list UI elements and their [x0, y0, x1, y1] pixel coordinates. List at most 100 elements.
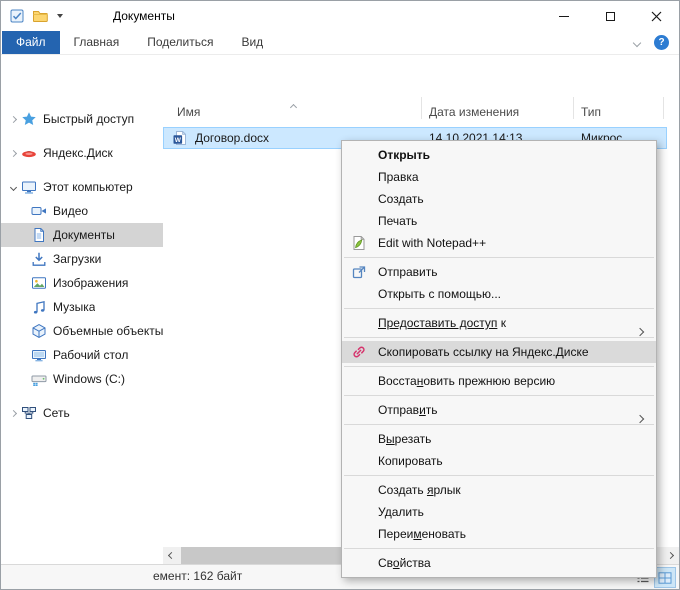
tab-file[interactable]: Файл — [2, 31, 60, 54]
tab-home[interactable]: Главная — [60, 31, 134, 54]
menu-separator — [344, 257, 654, 258]
sidebar-item-music[interactable]: Музыка — [1, 295, 163, 319]
drive-icon — [31, 371, 47, 387]
status-text: емент: 162 байт — [153, 565, 242, 588]
menu-separator — [344, 424, 654, 425]
menu-item-new[interactable]: Создать — [342, 188, 656, 210]
sidebar-item-yandex-disk[interactable]: Яндекс.Диск — [1, 141, 163, 165]
sidebar-item-downloads[interactable]: Загрузки — [1, 247, 163, 271]
video-icon — [31, 203, 47, 219]
menu-item-label: Переименовать — [378, 527, 466, 541]
submenu-arrow-icon — [637, 407, 643, 429]
music-icon — [31, 299, 47, 315]
sidebar-item-quick-access[interactable]: Быстрый доступ — [1, 107, 163, 131]
navigation-pane: Быстрый доступ Яндекс.Диск Этот компьютер В… — [1, 93, 163, 564]
menu-item-properties[interactable]: Свойства — [342, 552, 656, 574]
thumbnails-view-button[interactable] — [655, 568, 675, 587]
menu-item-label: Копировать — [378, 454, 443, 468]
menu-item-open[interactable]: Открыть — [342, 144, 656, 166]
sidebar-item-label: Рабочий стол — [53, 348, 128, 362]
sidebar-item-label: Изображения — [53, 276, 128, 290]
menu-item-label: Edit with Notepad++ — [378, 236, 486, 250]
close-icon — [651, 11, 662, 22]
sidebar-item-label: Видео — [53, 204, 88, 218]
menu-item-label: Открыть с помощью... — [378, 287, 501, 301]
sidebar-item-objects-3d[interactable]: Объемные объекты — [1, 319, 163, 343]
menu-item-create-shortcut[interactable]: Создать ярлык — [342, 479, 656, 501]
menu-separator — [344, 395, 654, 396]
sort-ascending-icon[interactable] — [291, 99, 296, 113]
menu-item-yandex-copy-link[interactable]: Скопировать ссылку на Яндекс.Диске — [342, 341, 656, 363]
tab-share[interactable]: Поделиться — [133, 31, 227, 54]
documents-icon — [31, 227, 47, 243]
sidebar-item-label: Объемные объекты — [53, 324, 163, 338]
sidebar-item-label: Этот компьютер — [43, 180, 133, 194]
column-header-name[interactable]: Имя — [177, 105, 200, 119]
sidebar-item-windows-c[interactable]: Windows (C:) — [1, 367, 163, 391]
menu-item-label: Свойства — [378, 556, 431, 570]
yandex-disk-icon — [21, 145, 37, 161]
menu-item-open-with[interactable]: Открыть с помощью... — [342, 283, 656, 305]
menu-item-give-access[interactable]: Предоставить доступ к — [342, 312, 656, 334]
menu-separator — [344, 548, 654, 549]
yandex-link-icon — [351, 344, 367, 360]
sidebar-item-label: Яндекс.Диск — [43, 146, 113, 160]
qat-dropdown-icon[interactable] — [57, 14, 63, 18]
window-title: Документы — [113, 1, 175, 31]
maximize-button[interactable] — [587, 1, 633, 31]
ribbon-right-controls: ? — [634, 31, 679, 54]
minimize-button[interactable] — [541, 1, 587, 31]
qat-new-folder-button[interactable] — [32, 8, 48, 24]
expand-chevron-icon[interactable] — [5, 185, 21, 190]
sidebar-item-label: Документы — [53, 228, 115, 242]
menu-item-send-to[interactable]: Отправить — [342, 399, 656, 421]
sidebar-group-gap — [1, 391, 163, 401]
share-icon — [351, 264, 367, 280]
menu-item-rename[interactable]: Переименовать — [342, 523, 656, 545]
help-button[interactable]: ? — [654, 35, 669, 50]
notepadpp-icon — [351, 235, 367, 251]
scroll-right-button[interactable] — [662, 547, 679, 564]
close-button[interactable] — [633, 1, 679, 31]
scroll-left-button[interactable] — [163, 547, 180, 564]
menu-item-label: Вырезать — [378, 432, 431, 446]
sidebar-item-documents[interactable]: Документы — [1, 223, 163, 247]
column-separator — [573, 97, 574, 119]
menu-item-label: Скопировать ссылку на Яндекс.Диске — [378, 345, 589, 359]
sidebar-item-desktop[interactable]: Рабочий стол — [1, 343, 163, 367]
downloads-icon — [31, 251, 47, 267]
column-separator — [663, 97, 664, 119]
sidebar-item-pictures[interactable]: Изображения — [1, 271, 163, 295]
column-header-type[interactable]: Тип — [581, 105, 601, 119]
expand-chevron-icon[interactable] — [5, 151, 21, 156]
navigation-bar: Это... Доку... — [1, 55, 679, 93]
network-icon — [21, 405, 37, 421]
star-icon — [21, 111, 37, 127]
menu-item-notepadpp[interactable]: Edit with Notepad++ — [342, 232, 656, 254]
computer-icon — [21, 179, 37, 195]
menu-item-print[interactable]: Печать — [342, 210, 656, 232]
sidebar-item-label: Сеть — [43, 406, 70, 420]
menu-item-cut[interactable]: Вырезать — [342, 428, 656, 450]
tab-view[interactable]: Вид — [227, 31, 277, 54]
expand-chevron-icon[interactable] — [5, 117, 21, 122]
menu-item-restore-previous[interactable]: Восстановить прежнюю версию — [342, 370, 656, 392]
menu-item-share[interactable]: Отправить — [342, 261, 656, 283]
sidebar-item-videos[interactable]: Видео — [1, 199, 163, 223]
menu-item-label: Восстановить прежнюю версию — [378, 374, 555, 388]
context-menu: ОткрытьПравкаСоздатьПечать Edit with Note… — [341, 140, 657, 578]
word-document-icon: W — [172, 130, 188, 146]
qat-properties-button[interactable] — [9, 8, 25, 24]
menu-item-label: Отправить — [378, 265, 438, 279]
menu-item-copy[interactable]: Копировать — [342, 450, 656, 472]
column-header-date[interactable]: Дата изменения — [429, 105, 519, 119]
sidebar-item-label: Windows (C:) — [53, 372, 125, 386]
expand-ribbon-icon[interactable] — [633, 38, 641, 46]
menu-item-delete[interactable]: Удалить — [342, 501, 656, 523]
sidebar-item-network[interactable]: Сеть — [1, 401, 163, 425]
sidebar-item-this-pc[interactable]: Этот компьютер — [1, 175, 163, 199]
expand-chevron-icon[interactable] — [5, 411, 21, 416]
menu-item-edit[interactable]: Правка — [342, 166, 656, 188]
menu-item-label: Предоставить доступ к — [378, 316, 506, 330]
menu-separator — [344, 337, 654, 338]
